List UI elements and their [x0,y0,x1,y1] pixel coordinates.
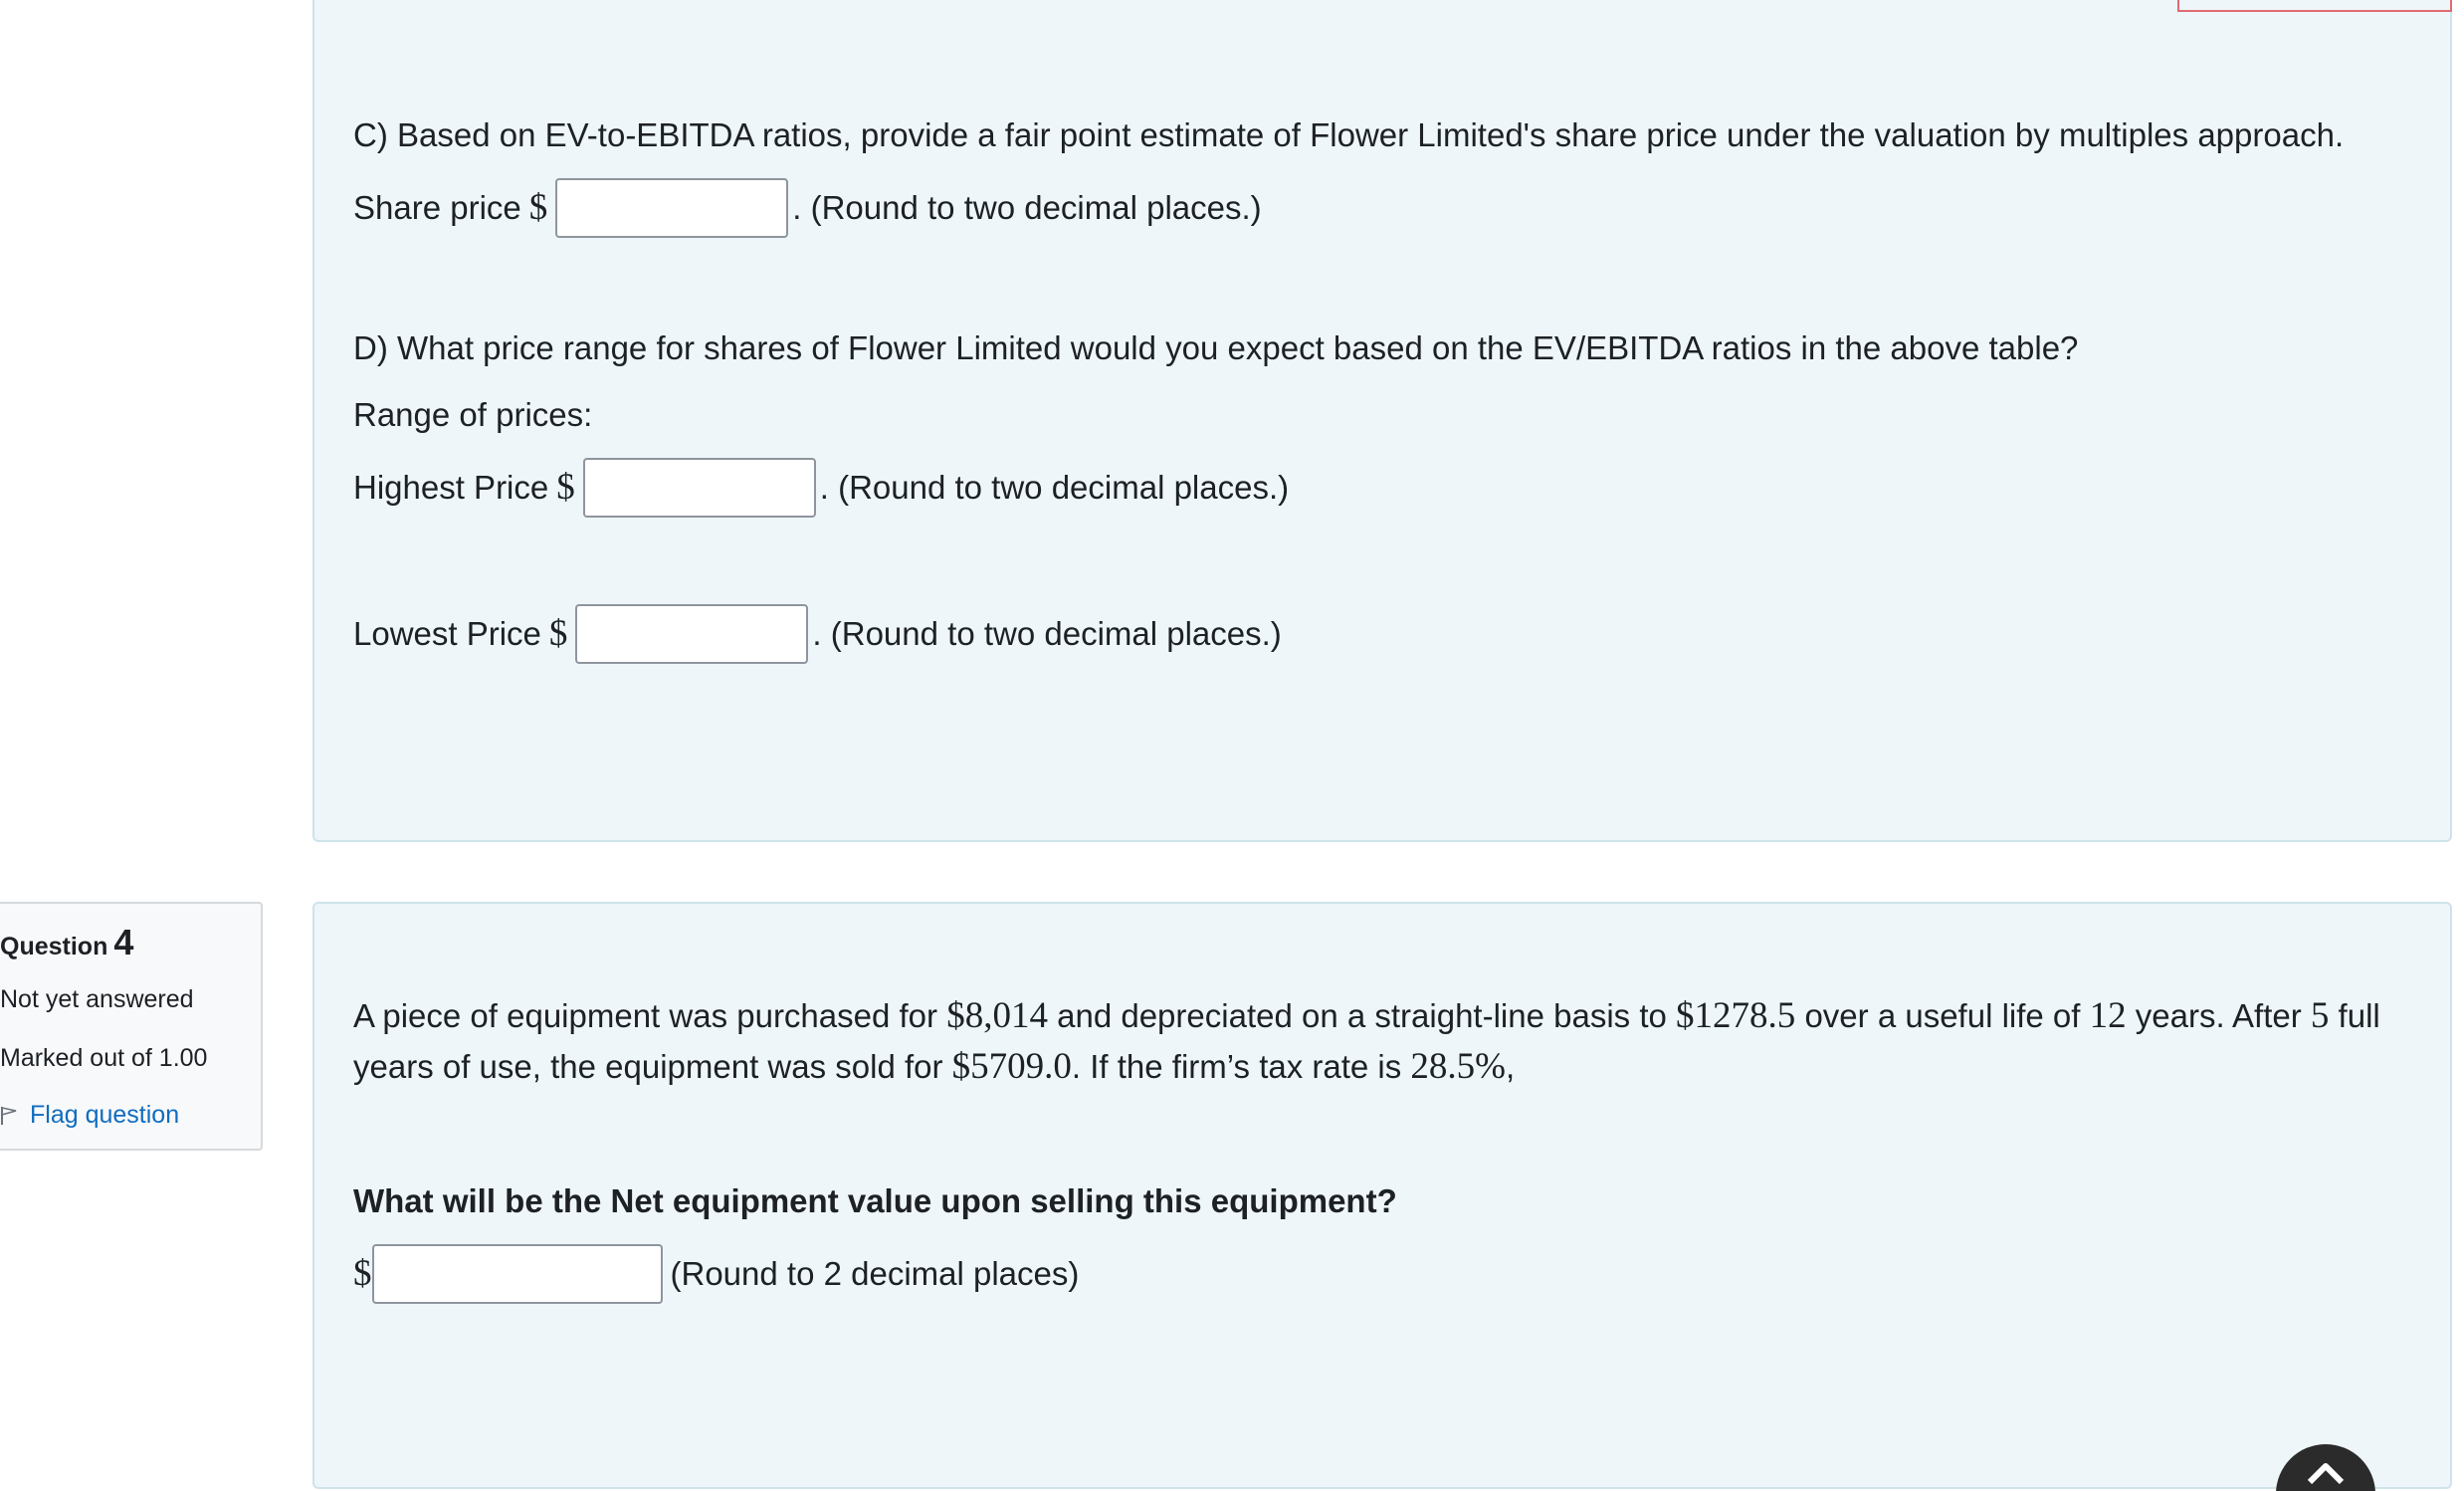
highest-price-currency: $ [556,467,575,508]
net-value-row: $ (Round to 2 decimal places) [353,1244,1079,1304]
question-status: Not yet answered [0,985,194,1013]
question-grade: Marked out of 1.00 [0,1044,208,1072]
tax-rate: 28.5% [1410,1046,1506,1087]
lowest-price-hint: . (Round to two decimal places.) [812,615,1282,652]
q4-text: , [1506,1048,1516,1085]
q4-text: years of use, the equipment was sold for [353,1048,943,1085]
part-d-question: D) What price range for shares of Flower… [353,329,2079,366]
highest-price-row: Highest Price $ . (Round to two decimal … [353,458,1289,518]
lowest-price-currency: $ [548,613,568,654]
lowest-price-row: Lowest Price $ . (Round to two decimal p… [353,604,1282,664]
net-value-currency: $ [353,1253,372,1294]
purchase-cost: $8,014 [946,995,1048,1036]
share-price-input[interactable] [555,178,789,238]
q4-text: years. After [2135,997,2302,1034]
share-price-row: Share price $ . (Round to two decimal pl… [353,178,1262,238]
years-used: 5 [2310,995,2330,1036]
highest-price-label: Highest Price [353,469,549,506]
part-c-question: C) Based on EV-to-EBITDA ratios, provide… [353,116,2345,153]
flag-outline-icon [1,1106,17,1125]
question-4-text-line-1: A piece of equipment was purchased for $… [353,996,2380,1036]
share-price-hint: . (Round to two decimal places.) [792,189,1262,226]
feedback-box-edge [2177,0,2452,12]
chevron-up-icon [2307,1463,2345,1484]
lowest-price-input[interactable] [575,604,809,664]
question-4-info: Question 4 Not yet answered Marked out of… [0,902,263,1151]
share-price-currency: $ [528,187,548,228]
q4-text: . If the firm’s tax rate is [1071,1048,1402,1085]
flag-question-link[interactable]: Flag question [0,1101,179,1130]
lowest-price-label: Lowest Price [353,615,541,652]
flag-question-label: Flag question [30,1101,180,1129]
sale-price: $5709.0 [951,1046,1072,1087]
question-4-text-line-2: years of use, the equipment was sold for… [353,1047,1515,1087]
question-label: Question [0,933,108,960]
q4-text: full [2338,997,2380,1034]
highest-price-input[interactable] [582,458,816,518]
highest-price-hint: . (Round to two decimal places.) [819,469,1290,506]
share-price-label: Share price [353,189,521,226]
question-4-prompt: What will be the Net equipment value upo… [353,1182,1397,1219]
quiz-page: C) Based on EV-to-EBITDA ratios, provide… [0,0,2464,1491]
useful-life: 12 [2089,995,2127,1036]
net-value-hint: (Round to 2 decimal places) [670,1255,1080,1292]
q4-text: over a useful life of [1804,997,2081,1034]
q4-text: and depreciated on a straight-line basis… [1057,997,1667,1034]
net-value-input[interactable] [371,1244,663,1304]
salvage-value: $1278.5 [1676,995,1796,1036]
question-number: Question 4 [0,922,133,963]
question-number-value: 4 [113,922,134,962]
range-label: Range of prices: [353,396,593,433]
q4-text: A piece of equipment was purchased for [353,997,938,1034]
